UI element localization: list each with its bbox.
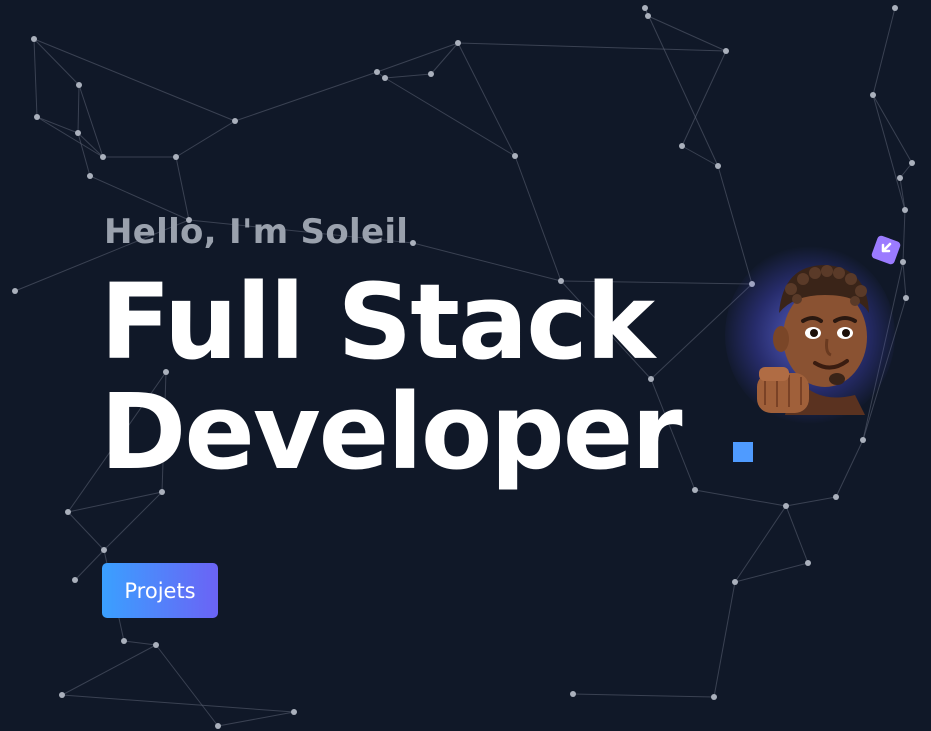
memoji-avatar-icon (757, 265, 869, 415)
sparkle-icon (871, 235, 901, 265)
projects-button-label: Projets (124, 578, 196, 603)
avatar (725, 245, 895, 425)
accent-dot (733, 442, 753, 462)
hero-title-line-2: Developer (100, 371, 683, 493)
hero-greeting: Hello, I'm Soleil (104, 212, 409, 252)
hero-title-line-1: Full Stack (100, 261, 655, 383)
hero-section: Hello, I'm Soleil Full Stack Developer P… (0, 0, 931, 731)
projects-button[interactable]: Projets (102, 563, 218, 618)
